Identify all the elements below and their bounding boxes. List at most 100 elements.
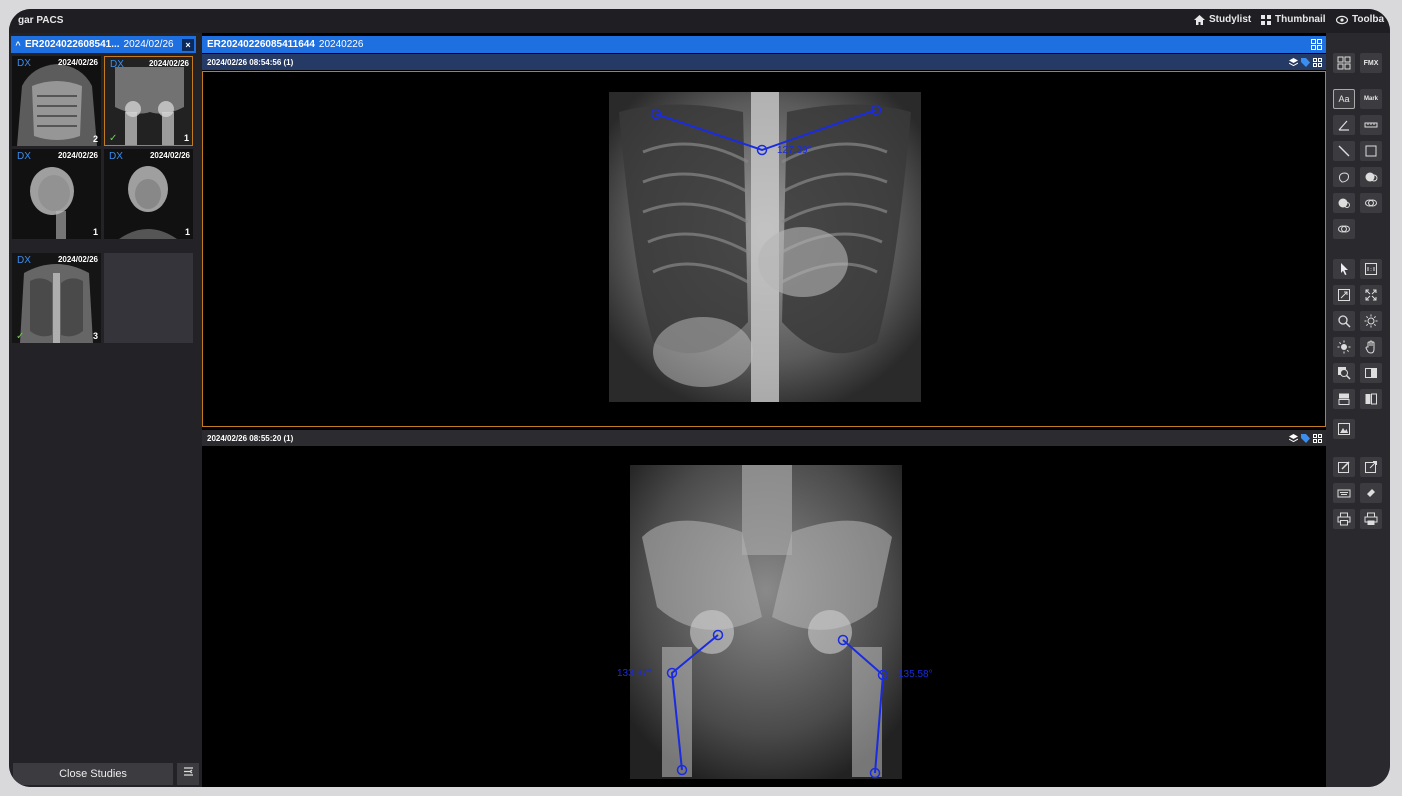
thumbnail-modality: DX xyxy=(17,255,31,266)
freehand-icon xyxy=(1339,172,1349,183)
thumbnail-date: 2024/02/26 xyxy=(149,151,190,160)
edit-report-button[interactable] xyxy=(1333,457,1355,477)
line-icon xyxy=(1338,145,1350,157)
xray-thumbnail-image xyxy=(105,57,192,145)
fullscreen-button[interactable] xyxy=(1360,285,1382,305)
ruler-icon xyxy=(1364,122,1378,128)
print-button[interactable] xyxy=(1333,509,1355,529)
xray-thumbnail-image xyxy=(12,253,101,343)
ruler-tool-button[interactable] xyxy=(1360,115,1382,135)
window-level-button[interactable] xyxy=(1360,311,1382,331)
close-study-button[interactable]: × xyxy=(182,38,194,51)
edit-icon xyxy=(1338,461,1350,473)
thumbnail-link[interactable]: Thumbnail xyxy=(1261,14,1326,25)
chest-xray-image: 127.39° xyxy=(609,92,921,402)
layout-button[interactable] xyxy=(1333,53,1355,73)
link-tool-button[interactable] xyxy=(1360,193,1382,213)
expand-icon xyxy=(1365,289,1377,301)
layers-icon[interactable] xyxy=(1289,57,1298,67)
app-window: gar PACS Studylist Thumbnail Toolba ^ ER… xyxy=(9,9,1390,787)
studylist-link[interactable]: Studylist xyxy=(1194,14,1251,25)
tag-icon[interactable] xyxy=(1301,433,1310,443)
image-export-button[interactable] xyxy=(1333,419,1355,439)
grid-icon xyxy=(1261,14,1271,25)
thumbnail-date: 2024/02/26 xyxy=(57,151,98,160)
viewer-header: ER20240226085411644 20240226 xyxy=(202,36,1326,53)
viewed-check-icon: ✓ xyxy=(109,133,118,144)
thumbnail-series-1[interactable]: DX 2024/02/26 2 xyxy=(12,56,101,146)
pointer-tool-button[interactable] xyxy=(1333,259,1355,279)
split-horizontal-icon xyxy=(1338,393,1350,405)
layout-grid-icon[interactable] xyxy=(1311,39,1322,50)
xray-thumbnail-image xyxy=(12,56,101,146)
keyboard-icon xyxy=(1337,489,1351,498)
ellipse-roi-button[interactable] xyxy=(1333,193,1355,213)
magnify-region-button[interactable] xyxy=(1333,363,1355,383)
pane-1-header: 2024/02/26 08:54:56 (1) xyxy=(202,54,1326,70)
home-icon xyxy=(1194,14,1205,25)
thumbnail-date: 2024/02/26 xyxy=(148,59,189,68)
ellipse-roi-icon xyxy=(1338,198,1350,208)
print-all-button[interactable] xyxy=(1360,509,1382,529)
collapse-panel-button[interactable] xyxy=(177,763,199,785)
thumbnail-image-count: 1 xyxy=(183,133,189,143)
split-vertical-button[interactable] xyxy=(1360,389,1382,409)
image-icon xyxy=(1338,423,1350,435)
auto-brightness-icon xyxy=(1337,340,1351,354)
angle-icon xyxy=(1338,120,1349,131)
pane-grid-icon[interactable] xyxy=(1313,433,1322,443)
pane-2-label: 2024/02/26 08:55:20 (1) xyxy=(207,433,294,443)
split-vertical-icon xyxy=(1365,393,1377,405)
thumbnail-modality: DX xyxy=(109,151,123,162)
chain-icon xyxy=(1338,225,1350,233)
close-studies-button[interactable]: Close Studies xyxy=(13,763,173,785)
thumbnail-modality: DX xyxy=(17,151,31,162)
thumbnail-date: 2024/02/26 xyxy=(57,255,98,264)
rectangle-icon xyxy=(1365,145,1377,157)
pane-2-image[interactable]: 133.37° 135.58° xyxy=(202,447,1326,787)
roi-measure-button[interactable] xyxy=(1360,167,1382,187)
thumbnail-series-2[interactable]: DX 2024/02/26 1 ✓ xyxy=(104,56,193,146)
hand-icon xyxy=(1365,340,1375,354)
magnifier-icon xyxy=(1338,315,1351,328)
toolbar-link[interactable]: Toolba xyxy=(1336,14,1384,25)
tag-icon[interactable] xyxy=(1301,57,1310,67)
mark-button[interactable]: Mark xyxy=(1360,89,1382,109)
angle-tool-button[interactable] xyxy=(1333,115,1355,135)
text-annotation-button[interactable]: Aa xyxy=(1333,89,1355,109)
actual-size-button[interactable] xyxy=(1360,259,1382,279)
freehand-roi-button[interactable] xyxy=(1333,167,1355,187)
pane-1-image[interactable]: 127.39° xyxy=(202,71,1326,427)
collapse-study-button[interactable]: ^ xyxy=(11,40,25,50)
split-horizontal-button[interactable] xyxy=(1333,389,1355,409)
keyboard-button[interactable] xyxy=(1333,483,1355,503)
fmx-button[interactable]: FMX xyxy=(1360,53,1382,73)
zoom-tool-button[interactable] xyxy=(1333,311,1355,331)
thumbnail-series-4[interactable]: DX 2024/02/26 1 xyxy=(104,149,193,239)
chain-tool-button[interactable] xyxy=(1333,219,1355,239)
study-date: 2024/02/26 xyxy=(123,39,174,50)
app-title: gar PACS xyxy=(18,15,64,26)
thumbnail-image-count: 1 xyxy=(92,227,98,237)
thumbnail-series-3[interactable]: DX 2024/02/26 1 xyxy=(12,149,101,239)
study-panel: ^ ER2024022608541... 2024/02/26 × DX 202… xyxy=(9,33,202,787)
layers-icon[interactable] xyxy=(1289,433,1298,443)
viewer-study-date: 20240226 xyxy=(318,39,364,50)
rectangle-tool-button[interactable] xyxy=(1360,141,1382,161)
invert-button[interactable] xyxy=(1360,363,1382,383)
pane-1-label: 2024/02/26 08:54:56 (1) xyxy=(207,57,294,67)
auto-window-button[interactable] xyxy=(1333,337,1355,357)
invert-icon xyxy=(1365,368,1377,378)
fit-window-icon xyxy=(1338,289,1350,301)
pan-tool-button[interactable] xyxy=(1360,337,1382,357)
pane-grid-icon[interactable] xyxy=(1313,57,1322,67)
line-tool-button[interactable] xyxy=(1333,141,1355,161)
study-header[interactable]: ^ ER2024022608541... 2024/02/26 × xyxy=(11,36,196,53)
fit-to-window-button[interactable] xyxy=(1333,285,1355,305)
printer-all-icon xyxy=(1364,512,1378,525)
thumbnail-series-5[interactable]: DX 2024/02/26 3 ✓ xyxy=(12,253,101,343)
eraser-button[interactable] xyxy=(1360,483,1382,503)
thumbnail-image-count: 1 xyxy=(184,227,190,237)
open-external-button[interactable] xyxy=(1360,457,1382,477)
image-viewer: ER20240226085411644 20240226 2024/02/26 … xyxy=(202,33,1326,787)
